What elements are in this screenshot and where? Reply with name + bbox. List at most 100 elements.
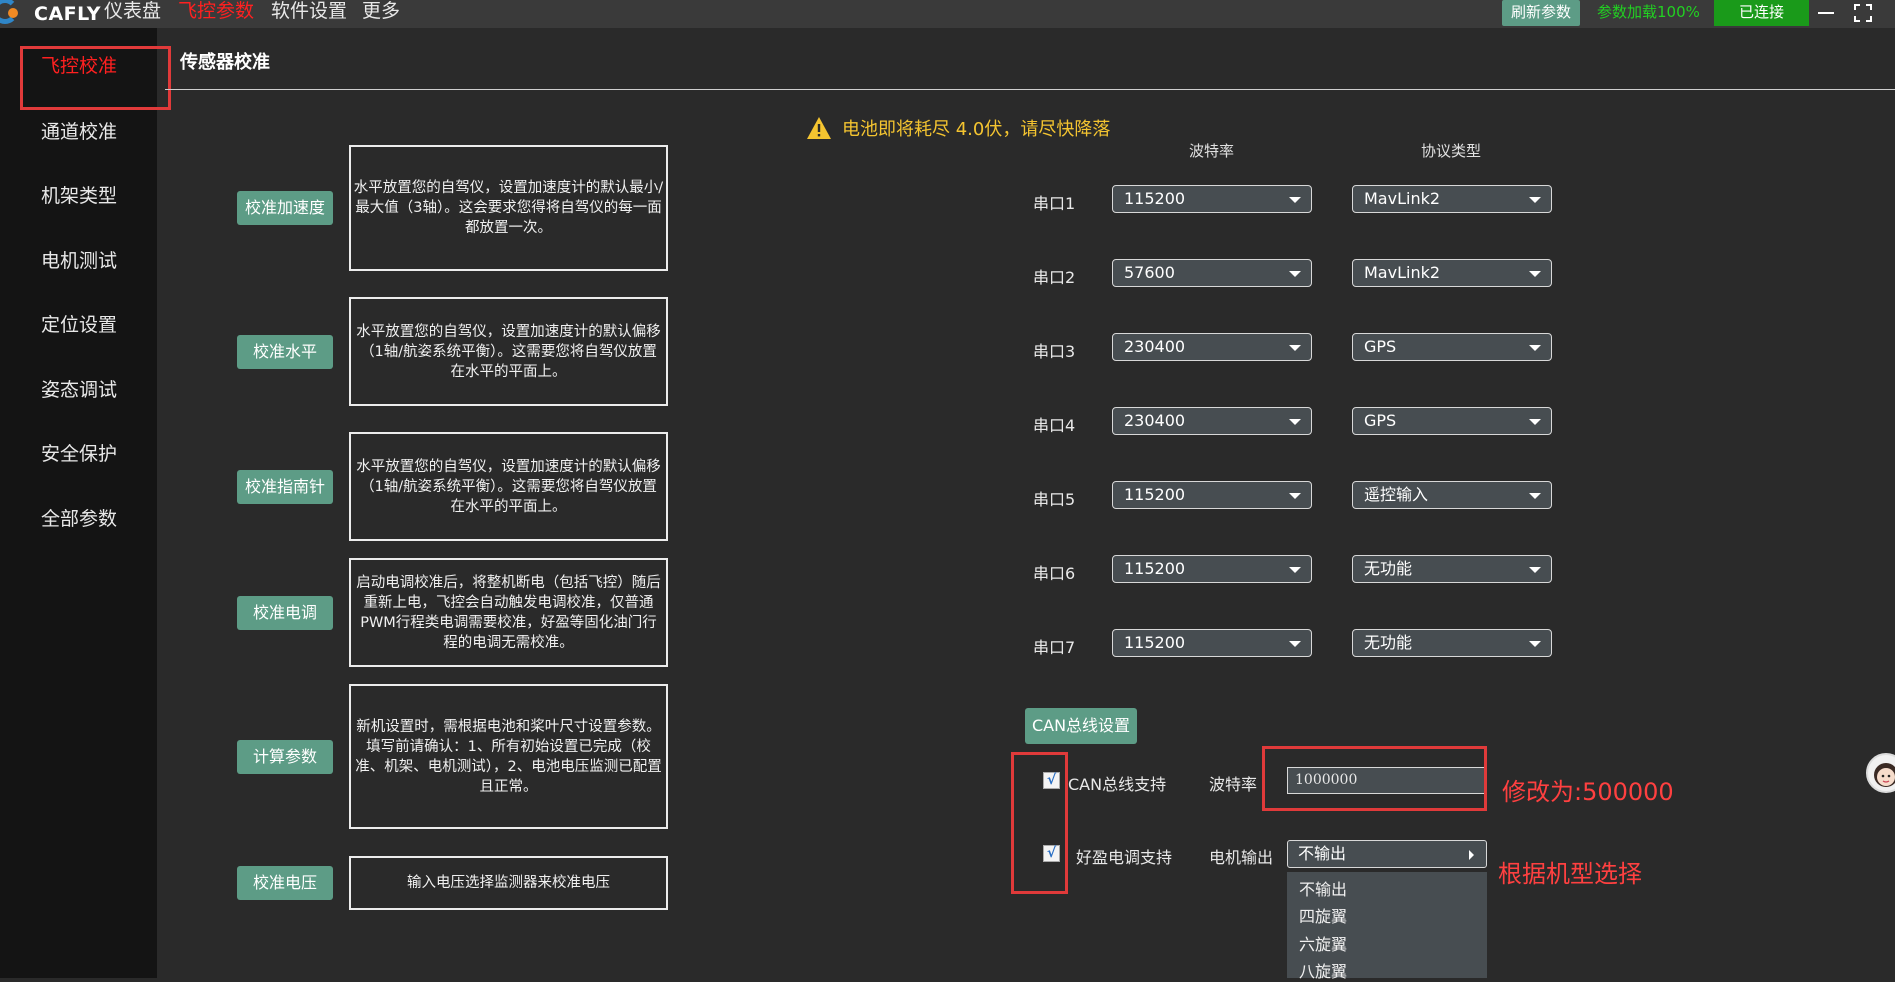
port1-baud-select[interactable]: 115200 xyxy=(1112,185,1312,213)
assistant-avatar[interactable] xyxy=(1866,753,1895,793)
baud-annotation-box xyxy=(1262,746,1487,811)
battery-warning: 电池即将耗尽 4.0伏，请尽快降落 xyxy=(806,113,1110,143)
motor-option[interactable]: 四旋翼 xyxy=(1299,903,1347,927)
port5-protocol-value: 遥控输入 xyxy=(1364,485,1429,504)
port3-protocol-value: GPS xyxy=(1364,337,1397,356)
port5-baud-select[interactable]: 115200 xyxy=(1112,481,1312,509)
app-logo: CAFLY xyxy=(0,0,101,28)
calibrate-accel-button[interactable]: 校准加速度 xyxy=(237,191,333,225)
port-label: 串口4 xyxy=(1033,416,1076,435)
calibrate-esc-button[interactable]: 校准电调 xyxy=(237,596,333,630)
protocol-column-header: 协议类型 xyxy=(1421,142,1482,160)
port-label: 串口5 xyxy=(1033,490,1076,509)
nav-software-settings[interactable]: 软件设置 xyxy=(271,0,347,24)
calibrate-level-button[interactable]: 校准水平 xyxy=(237,335,333,369)
calibrate-level-desc: 水平放置您的自驾仪，设置加速度计的默认偏移（1轴/航姿系统平衡）。这需要您将自驾… xyxy=(349,297,668,406)
chevron-down-icon xyxy=(1289,493,1301,499)
warning-text: 电池即将耗尽 4.0伏，请尽快降落 xyxy=(842,119,1111,140)
port2-baud-select[interactable]: 57600 xyxy=(1112,259,1312,287)
port7-protocol-select[interactable]: 无功能 xyxy=(1352,629,1552,657)
port4-protocol-value: GPS xyxy=(1364,411,1397,430)
compute-params-button[interactable]: 计算参数 xyxy=(237,740,333,774)
maximize-icon[interactable] xyxy=(1850,2,1876,24)
port2-baud-value: 57600 xyxy=(1124,263,1175,282)
chevron-down-icon xyxy=(1289,271,1301,277)
chevron-down-icon xyxy=(1529,197,1541,203)
port3-protocol-select[interactable]: GPS xyxy=(1352,333,1552,361)
motor-option[interactable]: 八旋翼 xyxy=(1299,958,1347,982)
calibrate-compass-button[interactable]: 校准指南针 xyxy=(237,470,333,504)
sidebar-annotation-box xyxy=(20,46,171,110)
top-bar: CAFLY 仪表盘 飞控参数 软件设置 更多 刷新参数 参数加载100% 已连接 xyxy=(0,0,1895,28)
port5-baud-value: 115200 xyxy=(1124,485,1186,504)
port6-baud-value: 115200 xyxy=(1124,559,1186,578)
motor-output-options: 不输出 四旋翼 六旋翼 八旋翼 xyxy=(1287,872,1487,981)
sidebar-item-all-params[interactable]: 全部参数 xyxy=(41,504,117,531)
port6-baud-select[interactable]: 115200 xyxy=(1112,555,1312,583)
port-label: 串口2 xyxy=(1033,268,1076,287)
port-label: 串口6 xyxy=(1033,564,1076,583)
nav-dashboard[interactable]: 仪表盘 xyxy=(104,0,161,24)
can-settings-button[interactable]: CAN总线设置 xyxy=(1025,708,1137,744)
sidebar-item-channel-calibration[interactable]: 通道校准 xyxy=(41,117,117,144)
sidebar-item-attitude-tuning[interactable]: 姿态调试 xyxy=(41,375,117,402)
port4-baud-value: 230400 xyxy=(1124,411,1186,430)
port4-protocol-select[interactable]: GPS xyxy=(1352,407,1552,435)
motor-output-select[interactable]: 不输出 xyxy=(1287,840,1487,868)
calibrate-compass-desc: 水平放置您的自驾仪，设置加速度计的默认偏移（1轴/航姿系统平衡）。这需要您将自驾… xyxy=(349,432,668,541)
sidebar-item-position-settings[interactable]: 定位设置 xyxy=(41,310,117,337)
port-label: 串口7 xyxy=(1033,638,1076,657)
port4-baud-select[interactable]: 230400 xyxy=(1112,407,1312,435)
calibrate-esc-desc: 启动电调校准后，将整机断电（包括飞控）随后重新上电，飞控会自动触发电调校准，仅普… xyxy=(349,558,668,667)
port5-protocol-select[interactable]: 遥控输入 xyxy=(1352,481,1552,509)
calibrate-voltage-desc: 输入电压选择监测器来校准电压 xyxy=(349,856,668,910)
can-support-label: CAN总线支持 xyxy=(1068,775,1167,794)
sidebar-item-motor-test[interactable]: 电机测试 xyxy=(41,246,117,273)
connection-status-button[interactable]: 已连接 xyxy=(1714,0,1809,26)
calibrate-accel-desc: 水平放置您的自驾仪，设置加速度计的默认最小/最大值（3轴）。这会要求您得将自驾仪… xyxy=(349,145,668,271)
hobbywing-support-label: 好盈电调支持 xyxy=(1076,848,1173,867)
motor-output-value: 不输出 xyxy=(1298,844,1347,863)
chevron-down-icon xyxy=(1289,345,1301,351)
page-title: 传感器校准 xyxy=(180,52,270,73)
sidebar-item-safety[interactable]: 安全保护 xyxy=(41,439,117,466)
motor-output-label: 电机输出 xyxy=(1209,848,1274,867)
chevron-down-icon xyxy=(1289,567,1301,573)
chevron-down-icon xyxy=(1529,641,1541,647)
port1-baud-value: 115200 xyxy=(1124,189,1186,208)
motor-annotation-note: 根据机型选择 xyxy=(1498,860,1642,888)
port6-protocol-value: 无功能 xyxy=(1364,559,1413,578)
port1-protocol-select[interactable]: MavLink2 xyxy=(1352,185,1552,213)
app-name: CAFLY xyxy=(34,3,102,25)
calibrate-voltage-button[interactable]: 校准电压 xyxy=(237,866,333,900)
port7-baud-select[interactable]: 115200 xyxy=(1112,629,1312,657)
port-label: 串口1 xyxy=(1033,194,1076,213)
minimize-icon[interactable] xyxy=(1813,2,1839,24)
chevron-down-icon xyxy=(1529,345,1541,351)
nav-more[interactable]: 更多 xyxy=(362,0,400,24)
param-load-status: 参数加载100% xyxy=(1597,3,1700,21)
chevron-down-icon xyxy=(1289,197,1301,203)
port6-protocol-select[interactable]: 无功能 xyxy=(1352,555,1552,583)
chevron-down-icon xyxy=(1529,493,1541,499)
port-label: 串口3 xyxy=(1033,342,1076,361)
motor-option[interactable]: 不输出 xyxy=(1299,876,1347,900)
cafly-logo-icon xyxy=(0,0,32,28)
chevron-down-icon xyxy=(1529,419,1541,425)
refresh-params-button[interactable]: 刷新参数 xyxy=(1502,0,1580,26)
chevron-down-icon xyxy=(1529,567,1541,573)
nav-flight-params[interactable]: 飞控参数 xyxy=(178,0,254,24)
chevron-down-icon xyxy=(1289,419,1301,425)
title-divider xyxy=(165,89,1895,90)
checkbox-annotation-box xyxy=(1011,752,1068,894)
motor-option[interactable]: 六旋翼 xyxy=(1299,931,1347,955)
sidebar-item-frame-type[interactable]: 机架类型 xyxy=(41,181,117,208)
can-baud-label: 波特率 xyxy=(1209,775,1258,794)
port3-baud-value: 230400 xyxy=(1124,337,1186,356)
warning-icon xyxy=(807,117,831,139)
chevron-right-icon xyxy=(1469,850,1474,860)
baud-annotation-note: 修改为:500000 xyxy=(1502,778,1674,806)
port2-protocol-select[interactable]: MavLink2 xyxy=(1352,259,1552,287)
baud-column-header: 波特率 xyxy=(1189,142,1235,160)
port3-baud-select[interactable]: 230400 xyxy=(1112,333,1312,361)
